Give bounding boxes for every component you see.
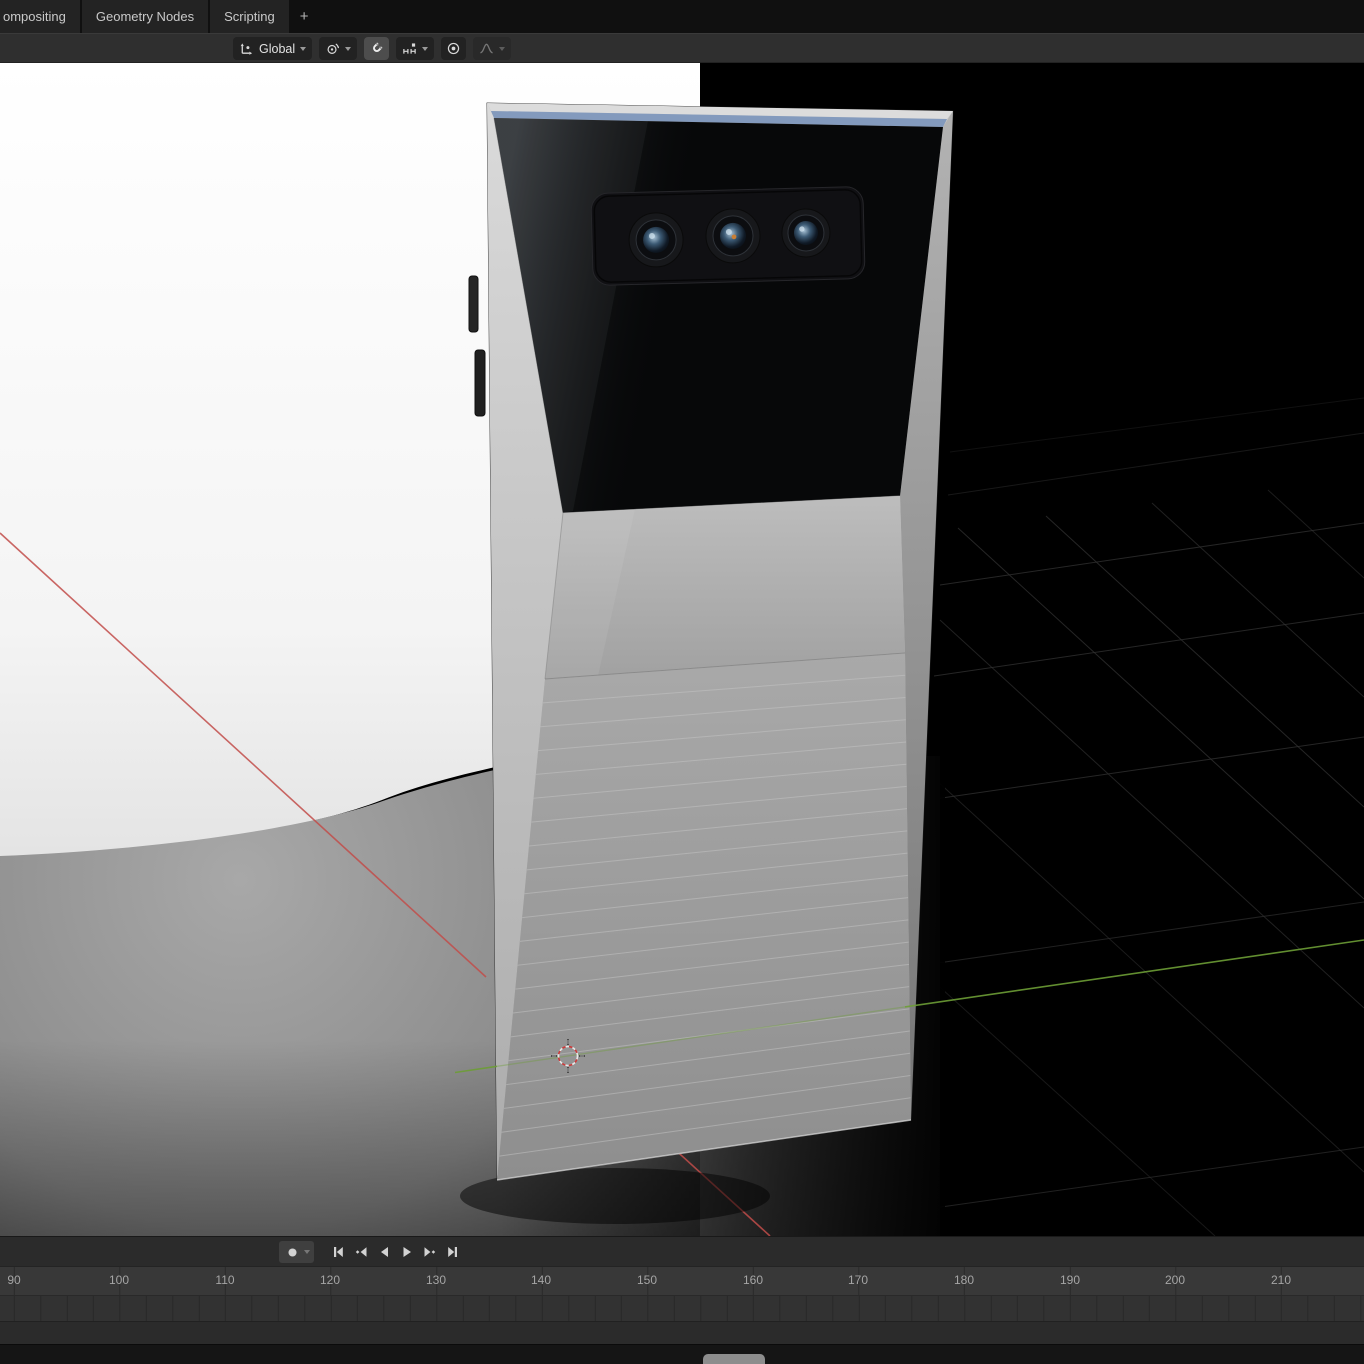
- playback-controls: [279, 1241, 464, 1263]
- phone-side-button: [474, 349, 486, 417]
- timeline-summary-strip: [0, 1321, 1364, 1344]
- blender-window: ompositing Geometry Nodes Scripting + Gl…: [0, 0, 1364, 1364]
- timeline-ruler[interactable]: 90 100 110 120 130 140 150 160 170 180 1…: [0, 1266, 1364, 1295]
- ruler-frame-label: 160: [742, 1273, 764, 1287]
- snap-toggle-button[interactable]: [364, 37, 390, 60]
- proportional-falloff-dropdown[interactable]: [473, 37, 512, 60]
- previous-keyframe-button[interactable]: [350, 1241, 372, 1263]
- camera-lens: [781, 208, 831, 258]
- transport-buttons: [327, 1241, 464, 1263]
- jump-to-end-button[interactable]: [442, 1241, 464, 1263]
- workspace-tab-bar: ompositing Geometry Nodes Scripting +: [0, 0, 1364, 33]
- auto-key-dropdown-icon[interactable]: [304, 1250, 310, 1254]
- transform-orientation-label: Global: [259, 41, 296, 56]
- workspace-tab-scripting[interactable]: Scripting: [210, 0, 289, 33]
- ruler-frame-label: 180: [953, 1273, 975, 1287]
- ruler-frame-label: 190: [1059, 1273, 1081, 1287]
- chevron-down-icon: [345, 46, 352, 51]
- magnet-icon: [369, 41, 384, 56]
- ruler-frame-label: 210: [1270, 1273, 1292, 1287]
- add-workspace-button[interactable]: +: [291, 0, 318, 33]
- next-keyframe-button[interactable]: [419, 1241, 441, 1263]
- timeline-track-area[interactable]: [0, 1295, 1364, 1321]
- ruler-frame-label: 110: [215, 1273, 235, 1287]
- jump-to-start-button[interactable]: [327, 1241, 349, 1263]
- ruler-frame-label: 150: [636, 1273, 658, 1287]
- ruler-frame-label: 100: [108, 1273, 130, 1287]
- phone-side-button: [468, 275, 479, 333]
- ruler-frame-label: 120: [319, 1273, 341, 1287]
- viewport-header: Global: [0, 33, 1364, 63]
- snap-increment-icon: [402, 41, 417, 56]
- ruler-frame-label: 140: [530, 1273, 552, 1287]
- phone-object[interactable]: [468, 102, 954, 1181]
- ruler-frame-label: 90: [7, 1273, 21, 1287]
- workspace-tab-geometry-nodes[interactable]: Geometry Nodes: [81, 0, 209, 33]
- ruler-frame-label: 170: [847, 1273, 869, 1287]
- camera-lens: [705, 208, 761, 264]
- camera-module: [590, 186, 866, 286]
- play-button[interactable]: [396, 1241, 418, 1263]
- auto-key-record-icon[interactable]: [283, 1241, 301, 1263]
- orientation-gizmo-icon: [239, 41, 254, 56]
- workspace-tab-compositing[interactable]: ompositing: [0, 0, 80, 33]
- chevron-down-icon: [422, 46, 429, 51]
- timeline-header: [0, 1236, 1364, 1266]
- auto-key-button-group[interactable]: [279, 1241, 314, 1263]
- status-bar: [0, 1344, 1364, 1364]
- falloff-curve-icon: [479, 41, 494, 56]
- camera-lens: [628, 212, 684, 268]
- 3d-viewport[interactable]: [0, 63, 1364, 1237]
- play-reverse-button[interactable]: [373, 1241, 395, 1263]
- snap-settings-dropdown[interactable]: [396, 37, 435, 60]
- timeline-editor: 90 100 110 120 130 140 150 160 170 180 1…: [0, 1236, 1364, 1364]
- pivot-point-dropdown[interactable]: [319, 37, 358, 60]
- proportional-editing-toggle[interactable]: [441, 37, 467, 60]
- transform-orientation-dropdown[interactable]: Global: [233, 37, 313, 60]
- ruler-frame-label: 200: [1164, 1273, 1186, 1287]
- proportional-editing-icon: [446, 41, 461, 56]
- chevron-down-icon: [499, 46, 506, 51]
- ruler-frame-label: 130: [425, 1273, 447, 1287]
- pivot-point-icon: [325, 41, 340, 56]
- timeline-scrollbar-handle[interactable]: [703, 1354, 765, 1364]
- chevron-down-icon: [300, 46, 307, 51]
